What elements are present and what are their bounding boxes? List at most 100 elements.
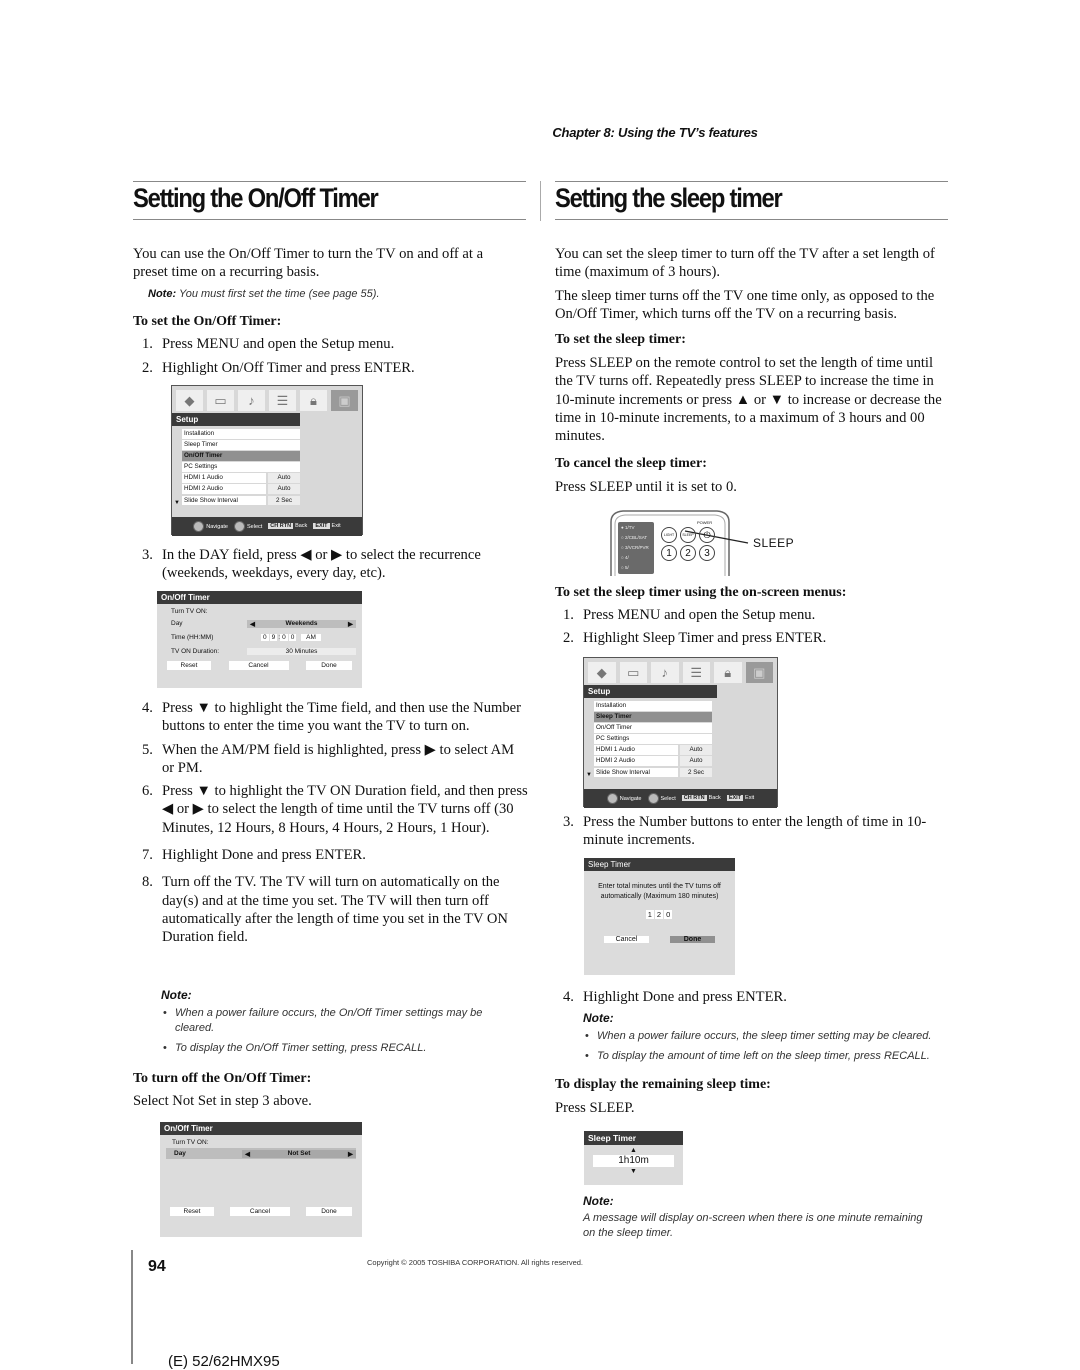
onoff-note: Note: You must first set the time (see p… xyxy=(148,287,380,302)
setup-folder-icon: ▣ xyxy=(745,662,773,683)
dialog-title: On/Off Timer xyxy=(160,1122,362,1135)
menu-item[interactable]: PC Settings xyxy=(594,734,773,744)
done-button[interactable]: Done xyxy=(306,661,352,670)
key-label: EXIT xyxy=(726,795,744,802)
menu-item[interactable]: On/Off Timer xyxy=(594,723,773,733)
menu-item[interactable]: HDMI 2 Audio Auto xyxy=(182,484,358,494)
step-number: 3. xyxy=(563,814,574,830)
note-heading: Note: xyxy=(583,1194,614,1208)
number-button[interactable]: 2 xyxy=(680,545,696,561)
minutes-input[interactable]: 120 xyxy=(584,910,735,919)
intro-line: preset time on a recurring basis. xyxy=(133,264,320,281)
menu-item[interactable]: HDMI 1 Audio Auto xyxy=(594,745,773,755)
onoff-steps-b: 4. Press ▼ to highlight the Time field, a… xyxy=(142,699,528,947)
sleep-button[interactable]: SLEEP xyxy=(680,527,696,543)
done-button[interactable]: Done xyxy=(670,936,715,943)
menu-item[interactable]: Installation xyxy=(594,701,773,711)
cancel-sleep-text: Press SLEEP until it is set to 0. xyxy=(555,479,737,495)
right-arrow-icon[interactable]: ▶ xyxy=(348,1150,353,1158)
menu-item[interactable]: Slide Show Interval 2 Sec xyxy=(182,495,358,506)
left-arrow-icon[interactable]: ◀ xyxy=(245,1150,250,1158)
page-number: 94 xyxy=(148,1258,166,1275)
hint-label: Back xyxy=(708,795,721,802)
time-digit[interactable]: 0 xyxy=(280,634,288,641)
navigate-icon xyxy=(606,792,618,804)
hint-label: Navigate xyxy=(619,795,642,802)
menu-item-selected[interactable]: Sleep Timer xyxy=(594,712,773,722)
minutes-digit[interactable]: 2 xyxy=(654,910,664,919)
time-digit[interactable]: 9 xyxy=(269,634,278,641)
time-digit[interactable]: 0 xyxy=(261,634,269,641)
up-arrow-icon[interactable]: ▲ xyxy=(584,1147,683,1154)
minutes-digit[interactable]: 0 xyxy=(664,910,673,919)
navigate-hint: Navigate xyxy=(606,792,642,804)
time-digit[interactable]: 0 xyxy=(288,634,297,641)
menu-item-label: On/Off Timer xyxy=(182,451,300,461)
section-title-sleep-timer: Setting the sleep timer xyxy=(555,183,783,213)
chapter-header: Chapter 8: Using the TV’s features xyxy=(552,125,758,140)
done-button[interactable]: Done xyxy=(306,1207,352,1216)
time-label: Time (HH:MM) xyxy=(171,634,214,641)
menu-item[interactable]: Slide Show Interval 2 Sec xyxy=(594,767,773,778)
day-selector[interactable]: ◀ Not Set ▶ xyxy=(242,1149,356,1158)
time-row[interactable]: Time (HH:MM) 09:00 AM xyxy=(163,632,356,643)
exit-hint: EXIT Exit xyxy=(313,523,341,530)
scroll-down-icon: ▼ xyxy=(586,771,592,778)
left-arrow-icon[interactable]: ◀ xyxy=(250,620,255,628)
day-row[interactable]: Day ◀ Weekends ▶ xyxy=(163,618,356,629)
down-arrow-icon[interactable]: ▼ xyxy=(584,1168,683,1175)
reset-button[interactable]: Reset xyxy=(167,661,211,670)
menu-item-label: Slide Show Interval xyxy=(182,495,266,506)
intro-paragraph: The sleep timer turns off the TV one tim… xyxy=(555,287,935,322)
menu-title: Setup xyxy=(172,413,300,426)
step: 8. Turn off the TV. The TV will turn on a… xyxy=(142,873,528,946)
menu-item[interactable]: Installation xyxy=(182,429,358,439)
day-value: Not Set xyxy=(287,1149,311,1157)
number-button[interactable]: 3 xyxy=(699,545,715,561)
step-number: 5. xyxy=(142,741,153,758)
minutes-digit[interactable]: 1 xyxy=(645,910,654,919)
number-button[interactable]: 1 xyxy=(661,545,677,561)
sleep-step4: 4. Highlight Done and press ENTER. xyxy=(563,988,943,1006)
menu-nav-bar: Navigate Select CH RTN Back EXIT Exit xyxy=(172,516,362,536)
model-number: (E) 52/62HMX95 xyxy=(168,1353,280,1370)
button-label: 1 xyxy=(666,547,672,559)
cancel-button[interactable]: Cancel xyxy=(604,936,649,943)
menu-item[interactable]: Sleep Timer xyxy=(182,440,358,450)
duration-row[interactable]: TV ON Duration: 30 Minutes xyxy=(163,646,356,657)
light-button[interactable]: LIGHT xyxy=(661,527,677,543)
step-number: 7. xyxy=(142,847,153,864)
power-icon[interactable]: ⏻ xyxy=(699,527,715,543)
step-number: 4. xyxy=(142,700,153,716)
set-sleep-text: Press SLEEP on the remote control to set… xyxy=(555,355,942,445)
intro-line: You can use the On/Off Timer to turn the… xyxy=(133,246,484,262)
menu-item-label: Installation xyxy=(182,429,300,439)
reset-button[interactable]: Reset xyxy=(170,1207,214,1216)
duration-value[interactable]: 30 Minutes xyxy=(247,648,356,655)
key-label: CH RTN xyxy=(268,523,294,530)
menu-list: Installation Sleep Timer On/Off Timer PC… xyxy=(172,426,362,511)
turnoff-heading: To turn off the On/Off Timer: xyxy=(133,1071,312,1086)
time-field[interactable]: 09:00 AM xyxy=(261,634,322,641)
sleep-intro: You can set the sleep timer to turn off … xyxy=(555,245,947,323)
menu-item[interactable]: HDMI 1 Audio Auto xyxy=(182,473,358,483)
day-selector[interactable]: ◀ Weekends ▶ xyxy=(247,619,356,628)
lock-icon: 🔒︎ xyxy=(714,662,742,683)
step-text: Press ▼ to highlight the Time field, and… xyxy=(162,700,521,735)
menu-item-selected[interactable]: On/Off Timer xyxy=(182,451,358,461)
select-hint: Select xyxy=(647,792,676,804)
menu-item[interactable]: PC Settings xyxy=(182,462,358,472)
dialog-body: Turn TV ON: Day ◀ Not Set ▶ Reset Cancel D… xyxy=(160,1135,362,1220)
cancel-button[interactable]: Cancel xyxy=(230,1207,290,1216)
ampm-field[interactable]: AM xyxy=(301,634,321,641)
day-row[interactable]: Day ◀ Not Set ▶ xyxy=(166,1148,356,1159)
menu-item[interactable]: HDMI 2 Audio Auto xyxy=(594,756,773,766)
note-item: To display the amount of time left on th… xyxy=(583,1049,963,1064)
step: 3. In the DAY field, press ◀ or ▶ to sele… xyxy=(142,546,532,583)
menu-item-label: Sleep Timer xyxy=(594,712,712,722)
picture-icon: ◆ xyxy=(588,662,616,683)
right-arrow-icon[interactable]: ▶ xyxy=(348,620,353,628)
step-text: Turn off the TV. The TV will turn on aut… xyxy=(162,874,508,946)
screen-icon: ▭ xyxy=(619,662,647,683)
cancel-button[interactable]: Cancel xyxy=(228,661,289,670)
